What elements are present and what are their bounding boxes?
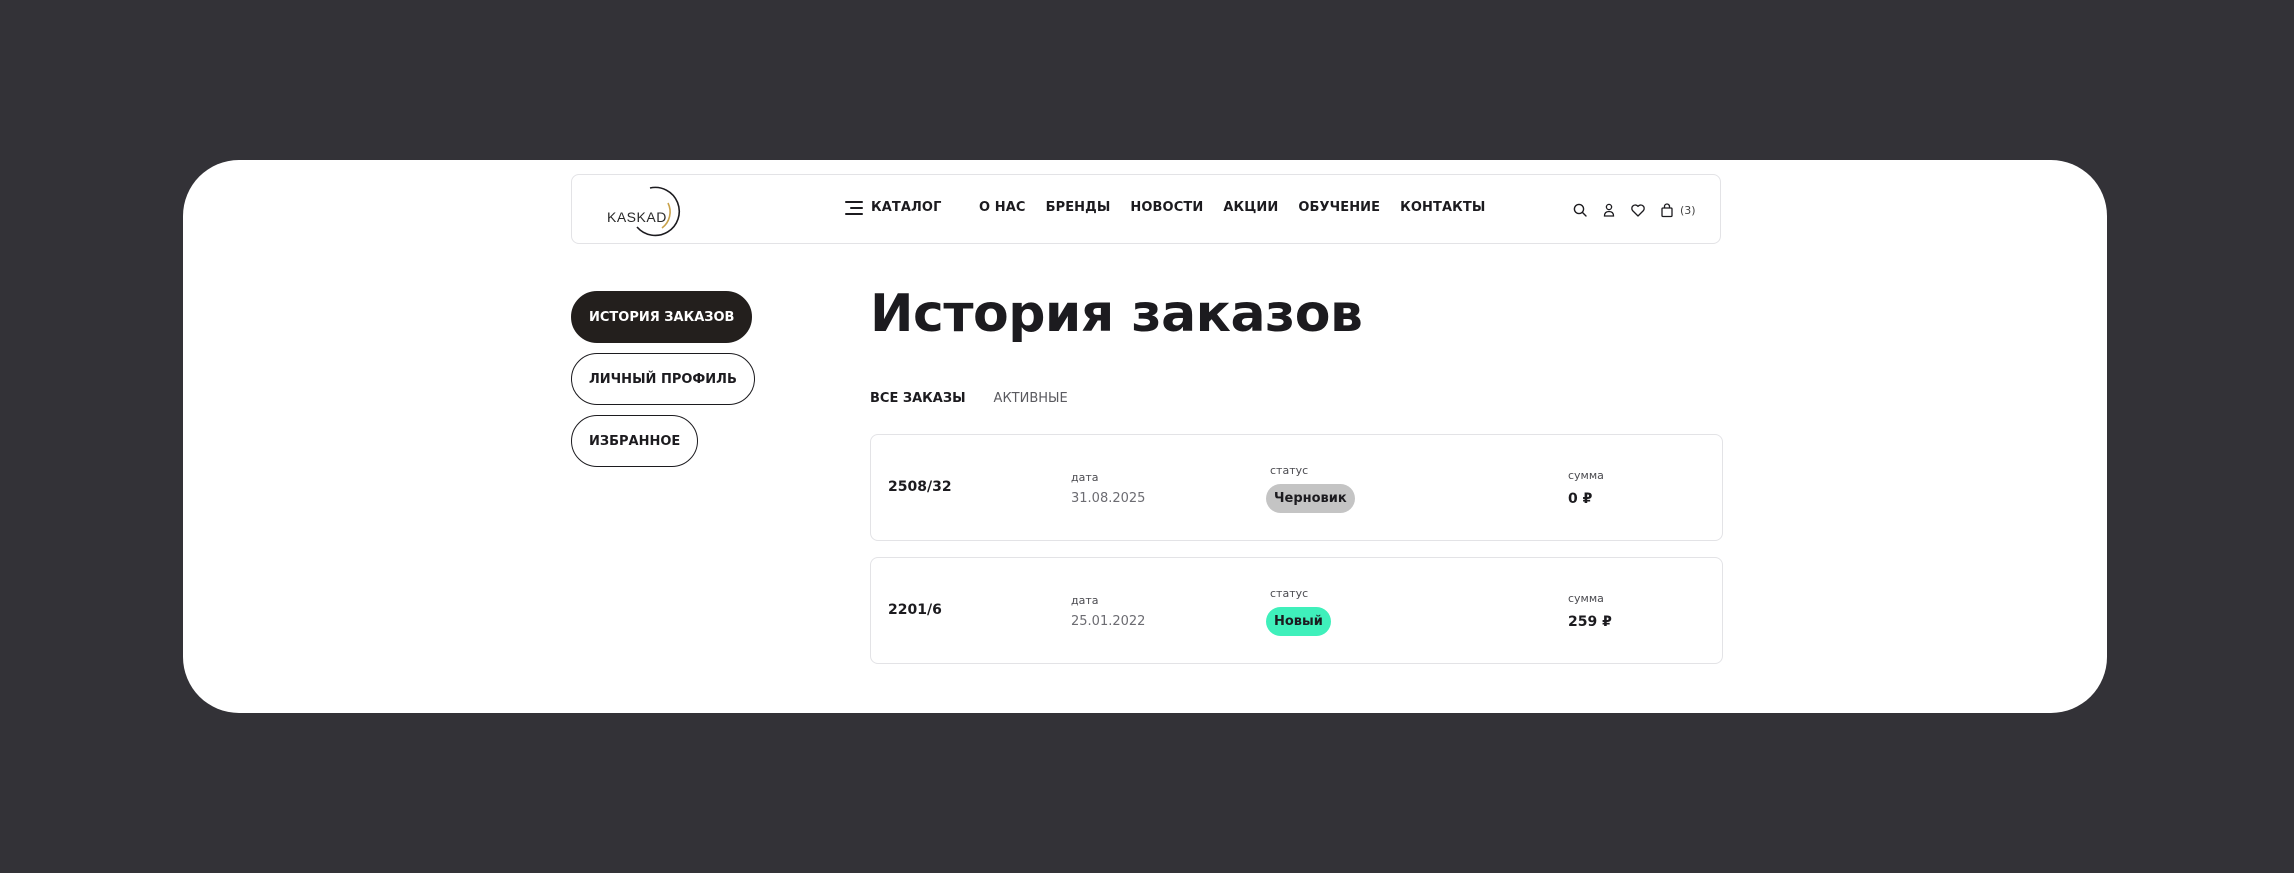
site-header: KASKAD КАТАЛОГ О НАС БРЕНДЫ НОВОСТИ АКЦИ… (571, 174, 1721, 244)
status-caption: статус (1270, 587, 1309, 600)
sidebar-item-profile[interactable]: ЛИЧНЫЙ ПРОФИЛЬ (571, 353, 755, 405)
sidebar-item-label: ЛИЧНЫЙ ПРОФИЛЬ (589, 371, 737, 387)
order-date: 25.01.2022 (1071, 614, 1146, 629)
order-number: 2201/6 (888, 602, 942, 618)
sidebar-item-favorites[interactable]: ИЗБРАННОЕ (571, 415, 699, 467)
nav-about[interactable]: О НАС (979, 200, 1026, 215)
sidebar-item-label: ИСТОРИЯ ЗАКАЗОВ (589, 309, 735, 325)
order-number: 2508/32 (888, 479, 952, 495)
sidebar-item-order-history[interactable]: ИСТОРИЯ ЗАКАЗОВ (571, 291, 753, 343)
tab-active-orders[interactable]: АКТИВНЫЕ (994, 391, 1068, 406)
catalog-button[interactable]: КАТАЛОГ (845, 200, 941, 215)
cart-count: (3) (1680, 203, 1696, 217)
menu-icon (845, 200, 863, 215)
status-caption: статус (1270, 464, 1309, 477)
order-row[interactable]: 2508/32 дата 31.08.2025 статус Черновик … (870, 434, 1723, 541)
sidebar-item-label: ИЗБРАННОЕ (589, 433, 681, 449)
order-date: 31.08.2025 (1071, 491, 1146, 506)
logo[interactable]: KASKAD (604, 183, 684, 237)
header-actions: (3) (1572, 202, 1696, 218)
sum-caption: сумма (1568, 469, 1604, 482)
status-badge: Новый (1266, 607, 1331, 636)
order-tabs: ВСЕ ЗАКАЗЫ АКТИВНЫЕ (870, 391, 1068, 406)
heart-icon[interactable] (1630, 202, 1646, 218)
search-icon[interactable] (1572, 202, 1588, 218)
bag-icon[interactable] (1659, 202, 1675, 218)
date-caption: дата (1071, 594, 1099, 607)
page-title: История заказов (870, 284, 1363, 344)
logo-text: KASKAD (607, 209, 667, 225)
nav-news[interactable]: НОВОСТИ (1130, 200, 1203, 215)
nav-contacts[interactable]: КОНТАКТЫ (1400, 200, 1485, 215)
status-badge: Черновик (1266, 484, 1355, 513)
catalog-label: КАТАЛОГ (871, 200, 942, 215)
order-sum: 259 ₽ (1568, 614, 1612, 630)
sum-caption: сумма (1568, 592, 1604, 605)
nav-training[interactable]: ОБУЧЕНИЕ (1298, 200, 1380, 215)
date-caption: дата (1071, 471, 1099, 484)
order-row[interactable]: 2201/6 дата 25.01.2022 статус Новый сумм… (870, 557, 1723, 664)
nav-brands[interactable]: БРЕНДЫ (1046, 200, 1111, 215)
main-nav: О НАС БРЕНДЫ НОВОСТИ АКЦИИ ОБУЧЕНИЕ КОНТ… (979, 200, 1485, 215)
order-sum: 0 ₽ (1568, 491, 1593, 507)
tab-all-orders[interactable]: ВСЕ ЗАКАЗЫ (870, 391, 966, 406)
nav-promotions[interactable]: АКЦИИ (1223, 200, 1278, 215)
user-icon[interactable] (1601, 202, 1617, 218)
